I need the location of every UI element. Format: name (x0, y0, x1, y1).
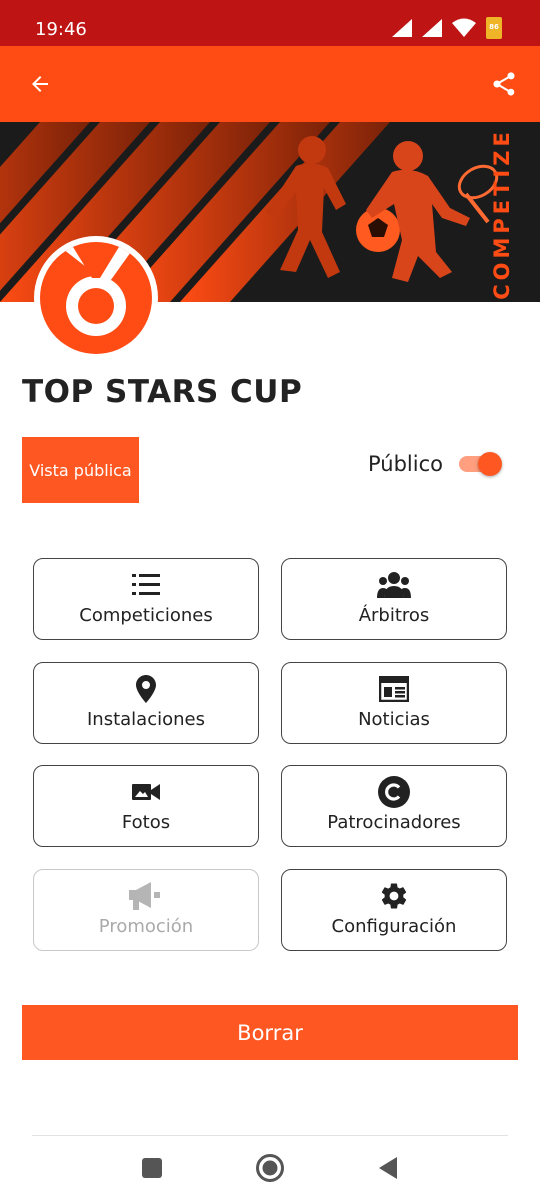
newspaper-icon (379, 676, 409, 702)
facilities-button[interactable]: Instalaciones (33, 662, 259, 744)
share-icon (493, 72, 515, 96)
referees-label: Árbitros (358, 605, 430, 626)
sponsors-button[interactable]: Patrocinadores (281, 765, 507, 847)
share-button[interactable] (486, 66, 522, 102)
home-button[interactable] (254, 1152, 286, 1184)
settings-button[interactable]: Configuración (281, 869, 507, 951)
triangle-back-icon (379, 1157, 397, 1179)
location-pin-icon (136, 675, 156, 703)
facilities-label: Instalaciones (87, 709, 205, 730)
competitions-button[interactable]: Competiciones (33, 558, 259, 640)
signal-icon (422, 19, 442, 37)
megaphone-icon (129, 882, 160, 910)
public-label: Público (368, 452, 443, 476)
page-title: TOP STARS CUP (22, 374, 303, 410)
copyright-icon (378, 776, 410, 808)
public-view-button[interactable]: Vista pública (22, 437, 139, 503)
referees-button[interactable]: Árbitros (281, 558, 507, 640)
settings-label: Configuración (331, 916, 457, 937)
photos-button[interactable]: Fotos (33, 765, 259, 847)
status-bar: 19:46 86 (0, 0, 540, 46)
toggle-thumb (478, 452, 502, 476)
arrow-back-icon (32, 76, 48, 92)
banner-brand-text: COMPETIZE (490, 128, 515, 300)
tournament-logo (34, 236, 158, 360)
gear-icon (381, 883, 407, 909)
back-nav-button[interactable] (372, 1152, 404, 1184)
square-icon (142, 1158, 162, 1178)
recents-button[interactable] (136, 1152, 168, 1184)
sponsors-label: Patrocinadores (327, 812, 461, 833)
medal-icon (54, 242, 138, 336)
promotion-button: Promoción (33, 869, 259, 951)
home-circle-icon (256, 1154, 284, 1182)
battery-icon: 86 (486, 17, 502, 39)
battery-level: 86 (489, 23, 499, 31)
status-icons: 86 (392, 17, 502, 39)
signal-icon (392, 19, 412, 37)
delete-button[interactable]: Borrar (22, 1005, 518, 1060)
system-navigation-bar (0, 1136, 540, 1200)
news-label: Noticias (358, 709, 430, 730)
status-time: 19:46 (35, 19, 87, 40)
back-button[interactable] (22, 66, 58, 102)
photos-label: Fotos (121, 812, 171, 833)
group-icon (377, 572, 411, 598)
public-toggle[interactable] (457, 451, 503, 477)
competitions-label: Competiciones (79, 605, 213, 626)
list-numbered-icon (132, 574, 160, 595)
wifi-icon (452, 18, 476, 37)
video-camera-icon (132, 784, 160, 800)
logo-mark (40, 242, 152, 354)
app-bar (0, 46, 540, 122)
promotion-label: Promoción (98, 916, 194, 937)
news-button[interactable]: Noticias (281, 662, 507, 744)
